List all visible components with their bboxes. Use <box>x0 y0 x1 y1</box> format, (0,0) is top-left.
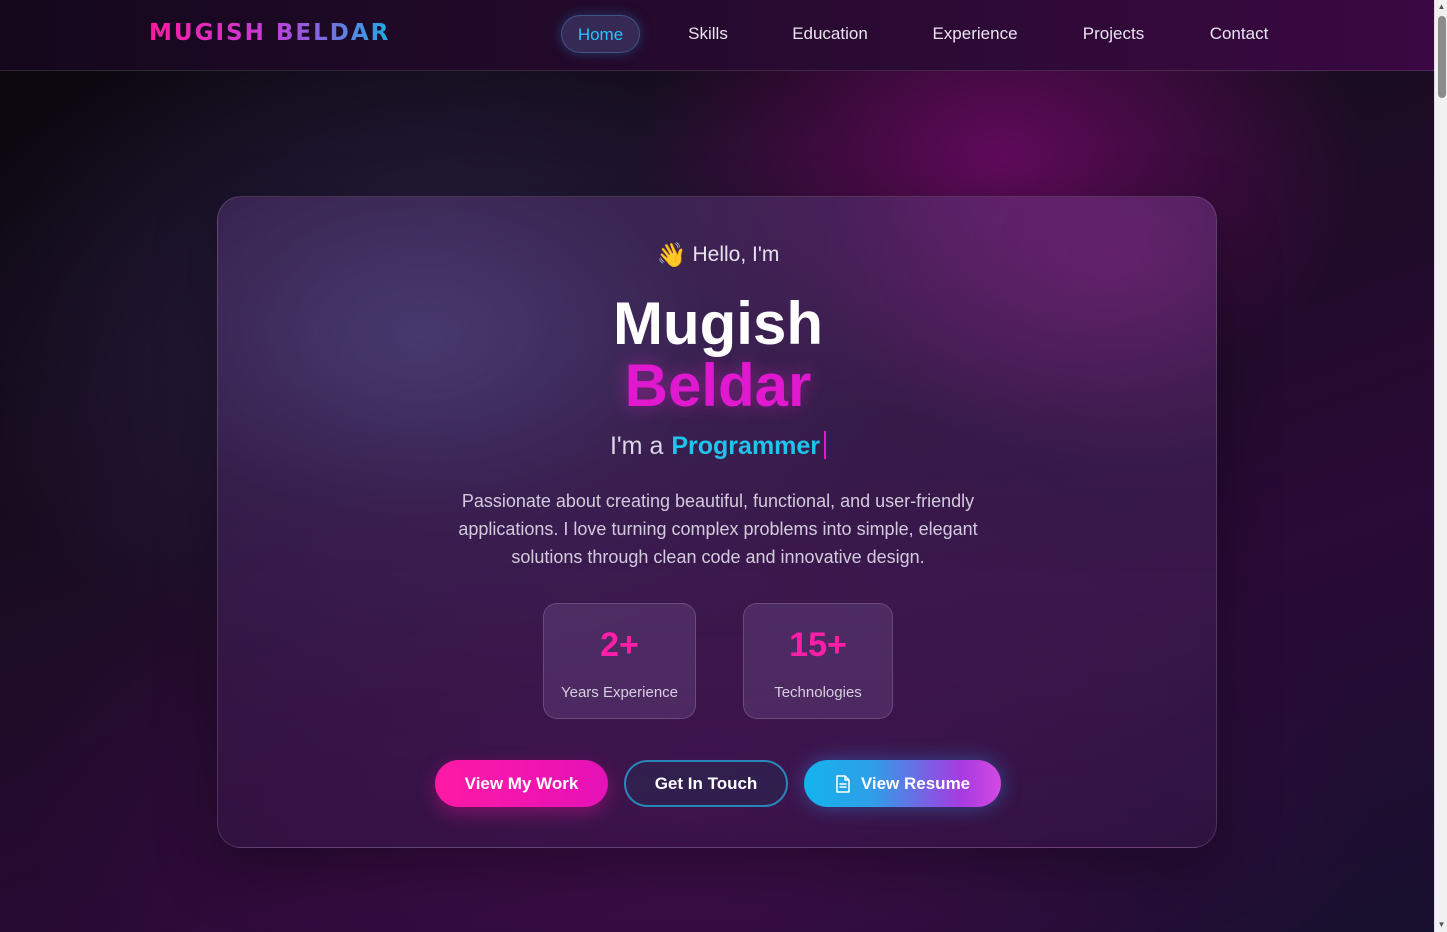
role-line: I'm a Programmer <box>218 431 1218 461</box>
nav-education[interactable]: Education <box>792 15 868 53</box>
nav-experience[interactable]: Experience <box>932 15 1018 53</box>
typing-cursor <box>824 431 827 459</box>
logo-first-word: MUGISH <box>149 20 266 46</box>
scroll-thumb[interactable] <box>1438 16 1446 98</box>
scroll-up-arrow-icon[interactable]: ▲ <box>1435 0 1447 14</box>
hero-name-last: Beldar <box>624 352 812 419</box>
greeting-text: Hello, I'm <box>692 243 780 266</box>
scroll-down-arrow-icon[interactable]: ▼ <box>1435 918 1447 932</box>
nav-links: Home Skills Education Experience Project… <box>561 15 1269 53</box>
hero-description: Passionate about creating beautiful, fun… <box>458 491 978 567</box>
stat-card-experience: 2+ Years Experience <box>543 603 696 719</box>
stat-value: 2+ <box>600 626 639 664</box>
view-resume-label: View Resume <box>860 773 971 793</box>
document-icon <box>836 774 850 793</box>
stat-label: Years Experience <box>560 684 679 701</box>
stat-label: Technologies <box>774 684 862 701</box>
stat-value: 15+ <box>789 626 847 664</box>
site-logo[interactable]: MUGISH BELDAR <box>149 20 390 46</box>
role-prefix: I'm a <box>609 432 664 460</box>
typed-role: Programmer <box>671 432 821 460</box>
waving-hand-icon: 👋 <box>656 242 687 269</box>
nav-contact[interactable]: Contact <box>1209 15 1269 53</box>
page-scrollbar[interactable]: ▲ ▼ <box>1434 0 1447 932</box>
view-resume-button[interactable]: View Resume <box>804 760 1001 807</box>
logo-last-word: BELDAR <box>275 20 391 46</box>
nav-projects[interactable]: Projects <box>1082 15 1145 53</box>
view-my-work-label: View My Work <box>464 773 579 793</box>
hero-name-first: Mugish <box>613 290 823 357</box>
greeting: 👋 Hello, I'm <box>218 241 1218 270</box>
get-in-touch-button[interactable]: Get In Touch <box>624 760 788 807</box>
view-my-work-button[interactable]: View My Work <box>435 760 608 807</box>
nav-skills[interactable]: Skills <box>688 15 728 53</box>
nav-home[interactable]: Home <box>561 15 640 53</box>
hero-card: 👋 Hello, I'm Mugish Beldar I'm a Programme… <box>217 196 1217 848</box>
navbar: MUGISH BELDAR Home Skills Education Expe… <box>0 0 1434 71</box>
stat-card-technologies: 15+ Technologies <box>743 603 893 719</box>
get-in-touch-label: Get In Touch <box>654 773 758 793</box>
